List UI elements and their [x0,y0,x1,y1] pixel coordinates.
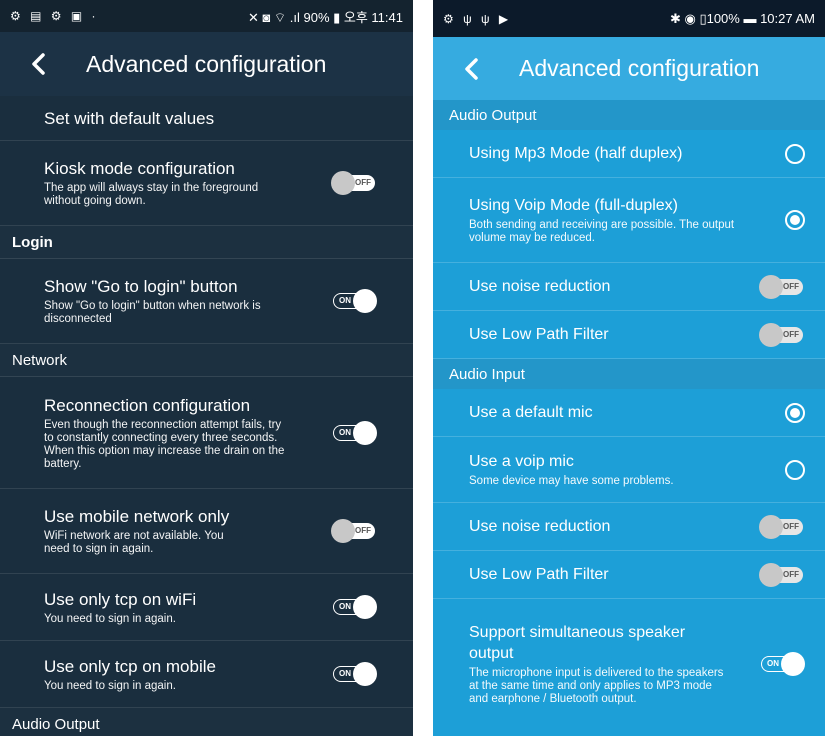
mp3-mode-radio[interactable] [785,143,805,164]
item-title: Support simultaneous speaker output [469,624,686,662]
toggle-label: OFF [355,526,371,535]
kiosk-mode-item[interactable]: Kiosk mode configuration The app will al… [0,141,413,226]
section-network: Network [0,344,413,377]
reconnection-toggle[interactable]: ON [331,420,377,445]
section-login: Login [0,226,413,259]
item-title: Using Voip Mode (full-duplex) [469,197,678,214]
toggle-label: OFF [783,281,799,291]
output-noise-reduction-toggle[interactable]: OFF [759,274,805,299]
simultaneous-speaker-toggle[interactable]: ON [759,652,805,676]
item-subtitle: WiFi network are not available. You need… [44,530,224,555]
tcp-on-wifi-toggle[interactable]: ON [331,595,377,619]
item-title: Use only tcp on mobile [44,656,216,676]
item-subtitle: Both sending and receiving are possible.… [469,219,735,244]
voip-mic-item[interactable]: Use a voip mic Some device may have some… [433,437,825,503]
status-info: ✱ ◉ ▯100% ▬ 10:27 AM [669,10,815,26]
toggle-label: ON [339,427,351,437]
left-screen: ⚙ ▤ ⚙ ▣ · ✕ ◙ ⌔ .ıl 90% ▮ 오후 11:41 Advan… [0,0,413,736]
app-bar: Advanced configuration [433,37,825,100]
item-title: Set with default values [44,108,215,128]
item-subtitle: Show "Go to login" button when network i… [44,300,261,325]
input-low-path-filter-toggle[interactable]: OFF [759,562,805,587]
output-low-path-filter-toggle[interactable]: OFF [759,322,805,347]
voip-mic-radio[interactable] [785,459,805,480]
item-title: Show "Go to login" button [44,277,238,296]
kiosk-mode-toggle[interactable]: OFF [331,171,377,195]
default-mic-radio[interactable] [785,402,805,423]
item-title: Using Mp3 Mode (half duplex) [469,145,683,162]
item-subtitle: Some device may have some problems. [469,475,674,487]
item-title: Use mobile network only [44,507,230,526]
output-low-path-filter-item[interactable]: Use Low Path Filter OFF [433,311,825,359]
toggle-label: OFF [783,521,799,531]
item-title: Use a default mic [469,404,593,421]
item-title: Reconnection configuration [44,395,251,415]
item-title: Use noise reduction [469,518,611,535]
section-audio-output: Audio Output [433,100,825,130]
default-mic-item[interactable]: Use a default mic [433,389,825,437]
tcp-on-mobile-item[interactable]: Use only tcp on mobile You need to sign … [0,641,413,708]
toggle-label: ON [339,669,351,678]
item-subtitle: The microphone input is delivered to the… [469,667,724,705]
item-title: Use Low Path Filter [469,566,609,583]
back-arrow-icon[interactable] [18,44,58,84]
toggle-label: ON [767,659,779,668]
toggle-label: OFF [783,329,799,339]
section-audio-output: Audio Output [0,708,413,736]
status-info: ✕ ◙ ⌔ .ıl 90% ▮ 오후 11:41 [247,9,403,25]
toggle-label: OFF [355,178,371,187]
input-noise-reduction-item[interactable]: Use noise reduction OFF [433,503,825,551]
tcp-on-wifi-item[interactable]: Use only tcp on wiFi You need to sign in… [0,574,413,641]
right-screen: ⚙ ψ ψ ▶ ✱ ◉ ▯100% ▬ 10:27 AM Advanced co… [433,0,825,736]
back-arrow-icon[interactable] [451,49,491,89]
mobile-network-only-toggle[interactable]: OFF [331,519,377,543]
item-subtitle: You need to sign in again. [44,612,176,625]
page-title: Advanced configuration [86,50,327,77]
item-subtitle: The app will always stay in the foregrou… [44,182,259,207]
item-subtitle: Even though the reconnection attempt fai… [44,418,285,470]
section-audio-input: Audio Input [433,359,825,389]
input-noise-reduction-toggle[interactable]: OFF [759,514,805,539]
page-title: Advanced configuration [519,55,760,81]
status-bar: ⚙ ▤ ⚙ ▣ · ✕ ◙ ⌔ .ıl 90% ▮ 오후 11:41 [0,0,413,32]
item-title: Kiosk mode configuration [44,159,235,178]
show-go-to-login-toggle[interactable]: ON [331,289,377,313]
set-default-values-item[interactable]: Set with default values [0,96,413,141]
item-title: Use only tcp on wiFi [44,589,197,609]
item-subtitle: You need to sign in again. [44,679,176,692]
input-low-path-filter-item[interactable]: Use Low Path Filter OFF [433,551,825,599]
mobile-network-only-item[interactable]: Use mobile network only WiFi network are… [0,489,413,574]
voip-mode-radio[interactable] [785,210,805,230]
notification-icons: ⚙ ψ ψ ▶ [443,11,512,26]
reconnection-config-item[interactable]: Reconnection configuration Even though t… [0,377,413,489]
voip-mode-item[interactable]: Using Voip Mode (full-duplex) Both sendi… [433,178,825,263]
tcp-on-mobile-toggle[interactable]: ON [331,662,377,686]
status-bar: ⚙ ψ ψ ▶ ✱ ◉ ▯100% ▬ 10:27 AM [433,0,825,37]
output-noise-reduction-item[interactable]: Use noise reduction OFF [433,263,825,311]
toggle-label: OFF [783,569,799,579]
simultaneous-speaker-item[interactable]: Support simultaneous speaker output The … [433,599,825,729]
toggle-label: ON [339,296,351,305]
item-title: Use noise reduction [469,278,611,295]
notification-icons: ⚙ ▤ ⚙ ▣ · [10,9,99,23]
item-title: Use a voip mic [469,453,574,470]
app-bar: Advanced configuration [0,32,413,96]
mp3-mode-item[interactable]: Using Mp3 Mode (half duplex) [433,130,825,178]
item-title: Use Low Path Filter [469,326,609,343]
toggle-label: ON [339,602,351,611]
show-go-to-login-item[interactable]: Show "Go to login" button Show "Go to lo… [0,259,413,344]
